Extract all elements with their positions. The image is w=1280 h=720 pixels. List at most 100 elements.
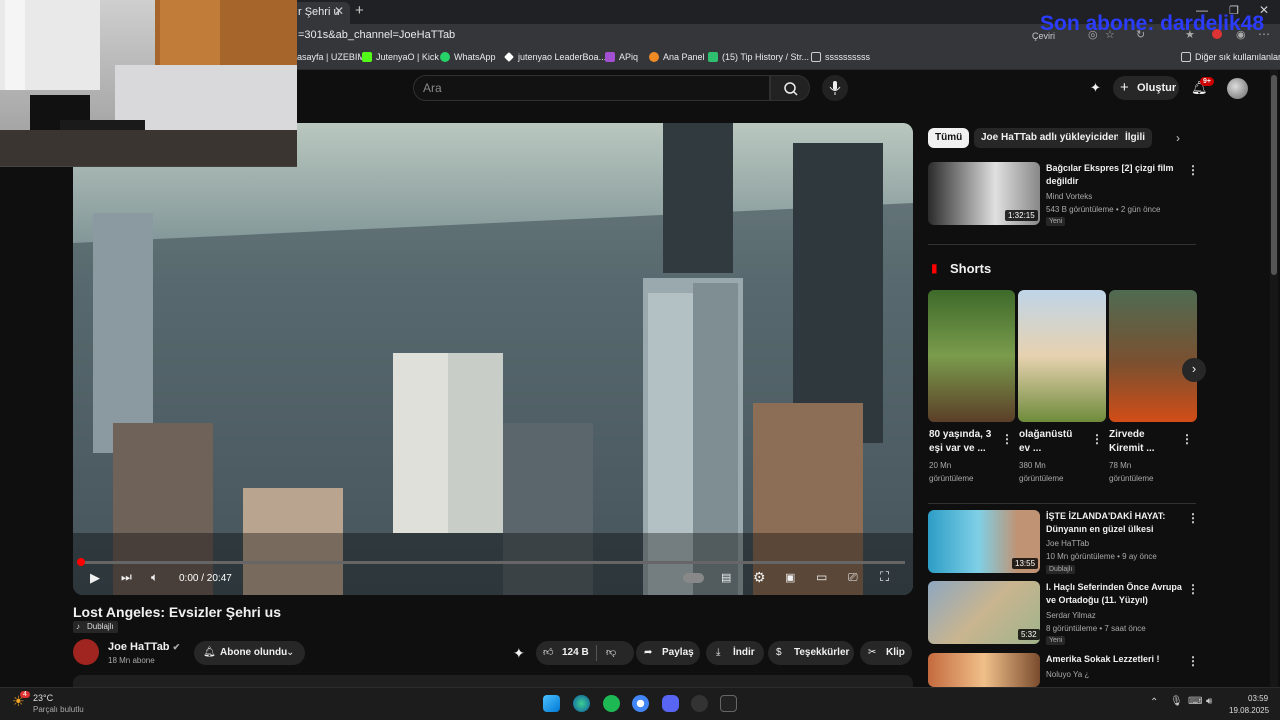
bookmark-item[interactable]: WhatsApp: [440, 52, 496, 62]
scrollbar-thumb[interactable]: [1271, 75, 1277, 275]
bookmark-item[interactable]: (15) Tip History / Str...: [708, 52, 809, 62]
next-icon[interactable]: ⏭: [121, 570, 132, 585]
bookmark-item[interactable]: ssssssssss: [811, 52, 870, 62]
divider: [928, 244, 1196, 245]
clock-date[interactable]: 19.08.2025: [1229, 706, 1269, 715]
short-thumbnail[interactable]: [1109, 290, 1197, 422]
search-input[interactable]: [413, 75, 770, 101]
description-box[interactable]: [73, 675, 913, 687]
subscribe-button[interactable]: 🔔︎ Abone olundu ⌄: [194, 641, 305, 665]
short-title-line2[interactable]: ev ...: [1019, 442, 1041, 456]
video-player[interactable]: [73, 123, 913, 595]
chevron-right-icon[interactable]: ›: [1176, 131, 1180, 145]
create-sparkle-icon[interactable]: ✦: [1090, 80, 1101, 96]
shorts-heading: Shorts: [950, 261, 992, 276]
rec-title[interactable]: I. Haçlı Seferinden Önce Avrupa: [1046, 581, 1182, 594]
rec-title-line2[interactable]: ve Ortadoğu (11. Yüzyıl): [1046, 594, 1148, 607]
rec-channel[interactable]: Noluyo Ya ¿: [1046, 668, 1089, 681]
new-tab-icon[interactable]: +: [355, 2, 364, 19]
short-title[interactable]: olağanüstü: [1019, 428, 1072, 442]
short-title[interactable]: 80 yaşında, 3: [929, 428, 991, 442]
thanks-button[interactable]: $ Teşekkürler: [768, 641, 854, 665]
rec-title[interactable]: İŞTE İZLANDA'DAKİ HAYAT:: [1046, 510, 1165, 523]
network-icon[interactable]: ⌨: [1188, 696, 1202, 707]
more-options-icon[interactable]: ⋮: [1187, 511, 1199, 525]
scissors-icon: ✂: [868, 647, 877, 658]
bookmark-item[interactable]: APiq: [605, 52, 638, 62]
volume-icon[interactable]: 🔈︎: [151, 570, 158, 585]
short-title[interactable]: Zirvede: [1109, 428, 1145, 442]
tray-chevron-icon[interactable]: ⌃: [1150, 697, 1158, 708]
clip-button[interactable]: ✂ Klip: [860, 641, 912, 665]
more-options-icon[interactable]: ⋮: [1187, 582, 1199, 596]
rec-channel[interactable]: Serdar Yilmaz: [1046, 609, 1096, 622]
bookmark-item[interactable]: Ana Panel: [649, 52, 705, 62]
short-thumbnail[interactable]: [1018, 290, 1106, 422]
edge-icon[interactable]: [573, 695, 590, 712]
rec-title-line2[interactable]: değildir: [1046, 175, 1079, 188]
windows-start-icon[interactable]: [543, 695, 560, 712]
tab-close-icon[interactable]: ✕: [334, 4, 344, 18]
more-options-icon[interactable]: ⋮: [1181, 432, 1193, 446]
bookmark-item[interactable]: jutenyao LeaderBoa...: [504, 52, 606, 62]
weather-temp[interactable]: 23°C: [33, 693, 53, 703]
share-button[interactable]: ➦ Paylaş: [636, 641, 700, 665]
rec-channel[interactable]: Joe HaTTab: [1046, 537, 1089, 550]
account-avatar[interactable]: [1227, 78, 1248, 99]
autoplay-toggle[interactable]: [683, 573, 704, 583]
download-icon: ⤓: [716, 647, 721, 658]
short-thumbnail[interactable]: [928, 290, 1015, 422]
url-field[interactable]: =301s&ab_channel=JoeHaTTab: [298, 29, 455, 41]
search-placeholder: Ara: [423, 81, 442, 95]
short-views: 380 Mn: [1019, 461, 1046, 470]
obs-icon[interactable]: [691, 695, 708, 712]
short-title-line2[interactable]: Kiremit ...: [1109, 442, 1155, 456]
channel-avatar[interactable]: [73, 639, 99, 665]
shorts-next-button[interactable]: ›: [1182, 358, 1206, 382]
rec-title[interactable]: Amerika Sokak Lezzetleri !: [1046, 653, 1160, 666]
short-views-label: görüntüleme: [1109, 474, 1154, 483]
cast-icon[interactable]: ⎚: [848, 570, 858, 585]
chip-uploader[interactable]: Joe HaTTab adlı yükleyiciden: [974, 128, 1127, 148]
like-count[interactable]: 124 B: [562, 641, 589, 665]
new-badge: Yeni: [1046, 636, 1066, 645]
channel-name[interactable]: Joe HaTTab ✔: [108, 641, 180, 653]
clock-time[interactable]: 03:59: [1248, 694, 1268, 703]
play-icon[interactable]: ▶: [90, 570, 100, 586]
chrome-icon[interactable]: [632, 695, 649, 712]
spotify-icon[interactable]: [603, 695, 620, 712]
settings-gear-icon[interactable]: ⚙: [753, 569, 766, 586]
discord-icon[interactable]: [662, 695, 679, 712]
dislike-icon[interactable]: 👎︎: [606, 641, 616, 665]
other-bookmarks[interactable]: Diğer sık kullanılanlar: [1181, 52, 1280, 62]
download-button[interactable]: ⤓ İndir: [706, 641, 764, 665]
subtitles-icon[interactable]: ▤: [721, 571, 731, 584]
fullscreen-icon[interactable]: ⛶: [880, 569, 889, 585]
chevron-down-icon: ⌄: [286, 647, 295, 658]
more-options-icon[interactable]: ⋮: [1091, 432, 1103, 446]
duration: 1:32:15: [1005, 210, 1038, 221]
voice-search-button[interactable]: [822, 75, 848, 101]
rec-channel[interactable]: Mind Vorteks: [1046, 190, 1092, 203]
theater-mode-icon[interactable]: ▭: [816, 570, 827, 584]
more-options-icon[interactable]: ⋮: [1187, 163, 1199, 177]
miniplayer-icon[interactable]: ▣: [785, 571, 795, 584]
ai-sparkle-icon[interactable]: ✦: [513, 645, 525, 662]
more-options-icon[interactable]: ⋮: [1187, 654, 1199, 668]
microphone-tray-icon[interactable]: 🎙︎: [1170, 696, 1183, 707]
rec-title-line2[interactable]: Dünyanın en güzel ülkesi: [1046, 523, 1154, 536]
create-button[interactable]: + Oluştur: [1113, 76, 1179, 100]
weather-desc[interactable]: Parçalı bulutlu: [33, 705, 84, 714]
bookmark-item[interactable]: JutenyaO | Kick: [362, 52, 439, 62]
like-icon[interactable]: 👍︎: [543, 641, 553, 665]
chip-related[interactable]: İlgili: [1118, 128, 1152, 148]
bookmark-item[interactable]: asayfa | UZEBIM: [297, 52, 365, 62]
short-title-line2[interactable]: eşi var ve ...: [929, 442, 986, 456]
chip-all[interactable]: Tümü: [928, 128, 970, 148]
app-icon[interactable]: [720, 695, 737, 712]
rec-title[interactable]: Bağcılar Ekspres [2] çizgi film: [1046, 162, 1174, 175]
more-options-icon[interactable]: ⋮: [1001, 432, 1013, 446]
rec-thumbnail[interactable]: [928, 653, 1040, 687]
speaker-icon[interactable]: 🔊︎: [1206, 696, 1212, 707]
search-button[interactable]: [770, 75, 810, 101]
